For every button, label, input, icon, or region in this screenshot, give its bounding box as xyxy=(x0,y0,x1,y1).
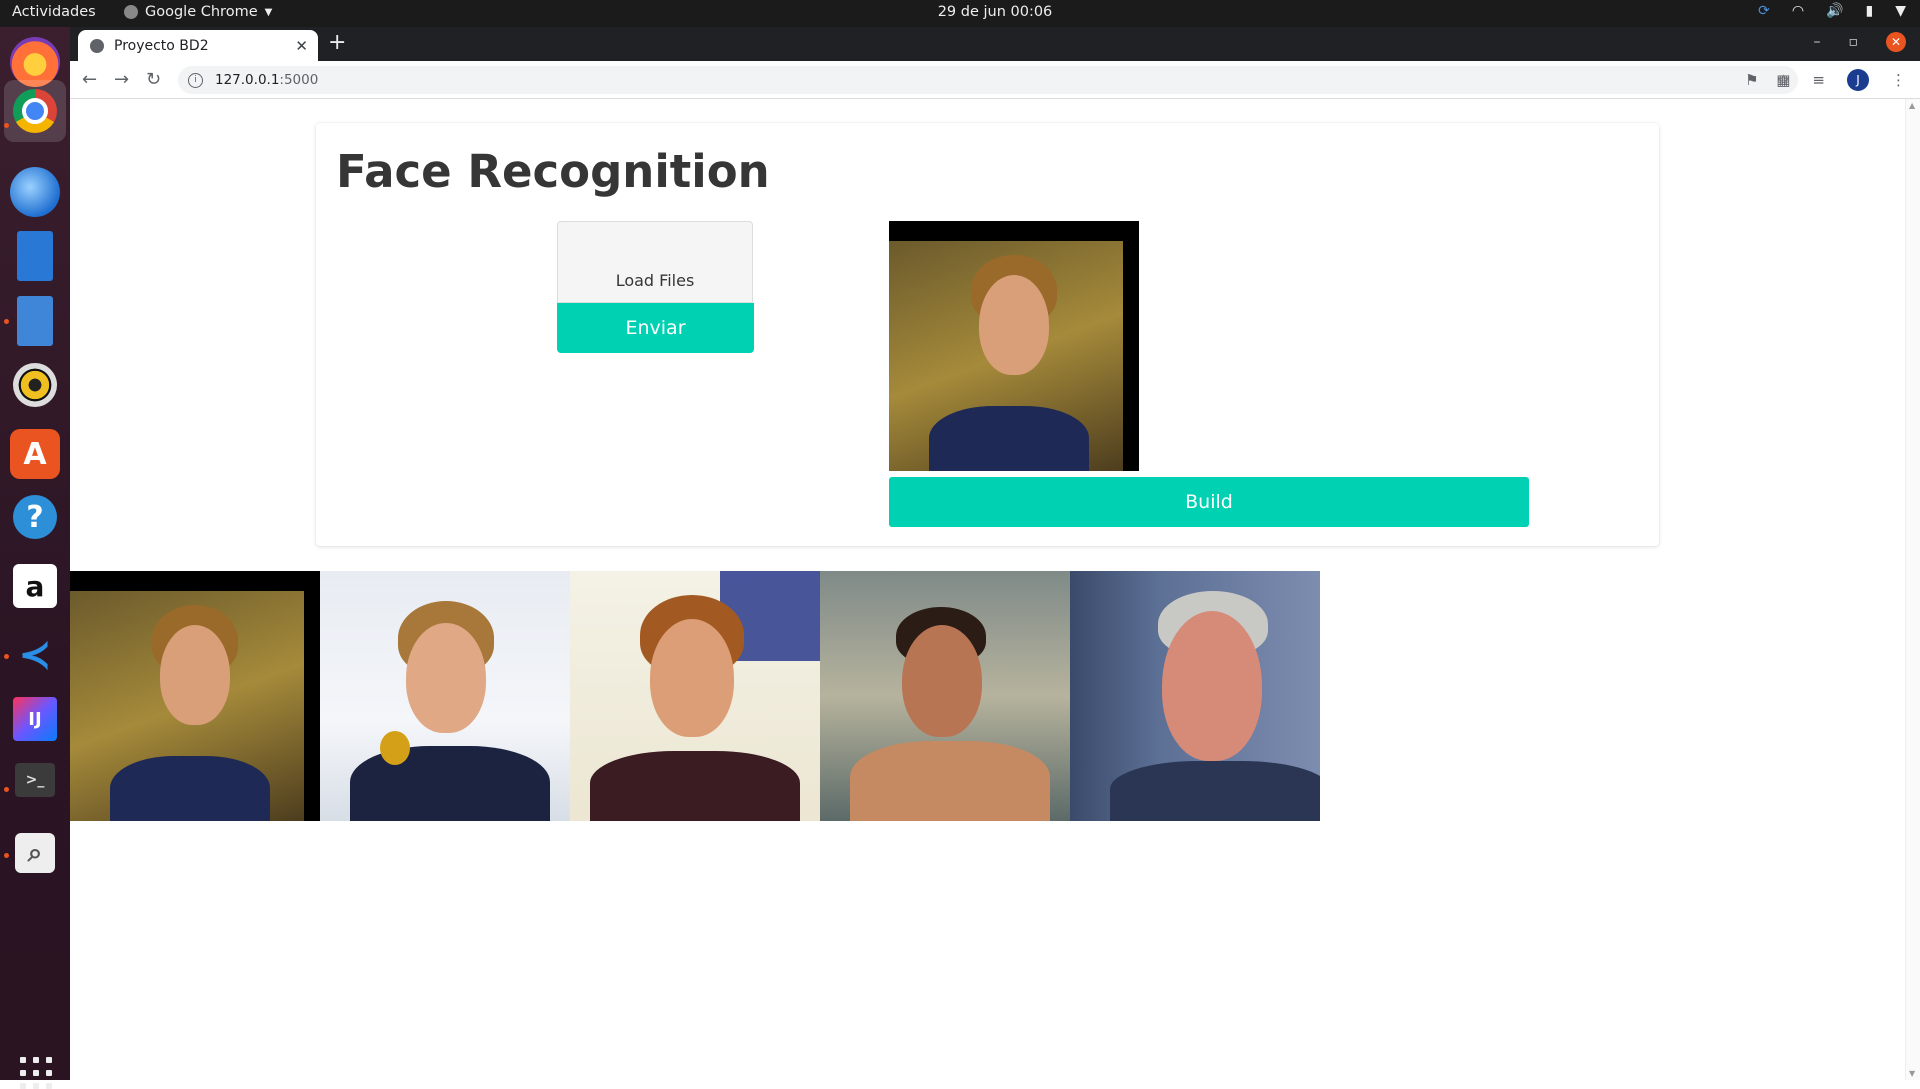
sync-icon: ⟳ xyxy=(1758,3,1770,19)
dock-item-chrome[interactable] xyxy=(4,80,66,142)
new-tab-button[interactable]: + xyxy=(328,30,346,55)
help-icon[interactable]: ? xyxy=(13,495,57,539)
build-button[interactable]: Build xyxy=(889,477,1529,527)
minimize-icon[interactable]: – xyxy=(1814,34,1821,50)
enviar-button[interactable]: Enviar xyxy=(557,303,754,353)
profile-avatar[interactable]: J xyxy=(1847,69,1869,91)
page-title: Face Recognition xyxy=(336,145,770,198)
reload-icon[interactable]: ↻ xyxy=(146,69,161,90)
clock[interactable]: 29 de jun 00:06 xyxy=(0,4,1920,20)
media-control-icon[interactable]: ≡ xyxy=(1812,71,1825,89)
ubuntu-software-icon[interactable]: A xyxy=(10,429,60,479)
browser-toolbar: ← → ↻ i 127.0.0.1:5000 ⚑ ☆ ▦ ≡ J ⋮ xyxy=(70,61,1920,99)
amazon-icon[interactable]: a xyxy=(13,564,57,608)
close-window-icon[interactable]: ✕ xyxy=(1886,32,1906,52)
image-viewer-icon[interactable]: ⌕ xyxy=(15,833,55,873)
thunderbird-icon[interactable] xyxy=(10,167,60,217)
url-text: 127.0.0.1:5000 xyxy=(215,72,319,88)
results-strip xyxy=(70,571,1320,821)
show-applications-icon[interactable] xyxy=(20,1057,52,1089)
tab-title: Proyecto BD2 xyxy=(114,37,209,54)
toolbar-actions: ▦ ≡ J ⋮ xyxy=(1776,69,1906,91)
browser-tab-bar: Proyecto BD2 ✕ + – ▫ ✕ xyxy=(70,27,1920,61)
running-indicator xyxy=(4,853,9,858)
query-image-preview xyxy=(889,221,1139,471)
dock: A ? a ≺ IJ >_ ⌕ xyxy=(0,27,70,1089)
terminal-icon[interactable]: >_ xyxy=(15,763,55,797)
page-scrollbar[interactable]: ▲ ▼ xyxy=(1905,99,1920,1080)
translate-icon[interactable]: ⚑ xyxy=(1745,71,1758,89)
rhythmbox-icon[interactable] xyxy=(13,363,57,407)
upload-card: Face Recognition Load Files Enviar Build xyxy=(316,123,1659,546)
volume-icon: 🔊 xyxy=(1826,3,1844,19)
chrome-icon xyxy=(13,89,57,133)
file-input[interactable]: Load Files xyxy=(557,221,753,303)
extension-icon[interactable]: ▦ xyxy=(1776,71,1790,89)
window-controls: – ▫ ✕ xyxy=(1814,32,1906,52)
running-indicator xyxy=(4,123,9,128)
scroll-down-icon[interactable]: ▼ xyxy=(1909,1069,1915,1078)
intellij-icon[interactable]: IJ xyxy=(13,697,57,741)
wifi-icon: ◠ xyxy=(1791,3,1805,19)
forward-icon[interactable]: → xyxy=(114,69,129,90)
maximize-icon[interactable]: ▫ xyxy=(1849,34,1859,50)
result-image xyxy=(1070,571,1320,821)
back-icon[interactable]: ← xyxy=(82,69,97,90)
result-image xyxy=(570,571,820,821)
result-image xyxy=(820,571,1070,821)
globe-icon xyxy=(90,38,104,53)
site-info-icon[interactable]: i xyxy=(188,72,203,88)
running-indicator xyxy=(4,787,9,792)
vscode-icon[interactable]: ≺ xyxy=(10,630,60,680)
load-files-label: Load Files xyxy=(615,271,695,290)
running-indicator xyxy=(4,654,9,659)
address-bar[interactable]: i 127.0.0.1:5000 ⚑ ☆ xyxy=(178,66,1798,94)
tab-close-icon[interactable]: ✕ xyxy=(295,37,308,55)
libreoffice-writer-icon[interactable] xyxy=(17,231,53,281)
scroll-up-icon[interactable]: ▲ xyxy=(1909,101,1915,110)
files-icon[interactable] xyxy=(17,296,53,346)
running-indicator xyxy=(4,319,9,324)
browser-tab[interactable]: Proyecto BD2 ✕ xyxy=(78,30,318,61)
result-image xyxy=(320,571,570,821)
result-image xyxy=(70,571,320,821)
menu-kebab-icon[interactable]: ⋮ xyxy=(1891,71,1906,89)
page-viewport: Face Recognition Load Files Enviar Build xyxy=(70,99,1920,1080)
battery-icon: ▮ xyxy=(1865,3,1874,19)
system-tray[interactable]: ⟳ ◠ 🔊 ▮ ▼ xyxy=(1758,3,1906,19)
system-top-bar: Actividades Google Chrome ▼ 29 de jun 00… xyxy=(0,0,1920,27)
power-menu-icon: ▼ xyxy=(1895,3,1906,19)
